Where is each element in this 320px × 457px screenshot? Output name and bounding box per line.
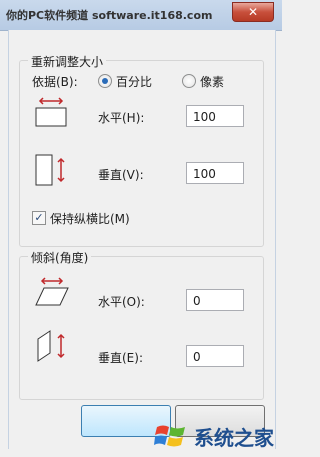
windows-logo-icon <box>154 425 185 447</box>
horizontal-input[interactable]: 100 <box>186 105 244 127</box>
vertical-input[interactable]: 100 <box>186 162 244 184</box>
vertical-label: 垂直(V): <box>98 168 144 182</box>
close-button[interactable]: ✕ <box>232 2 274 22</box>
title-bar: 你的PC软件频道 software.it168.com ✕ <box>0 0 282 31</box>
skew-horizontal-label: 水平(O): <box>98 295 145 309</box>
dialog-client: 重新调整大小 依据(B): 百分比 像素 水平(H): 100 垂直(V): 1… <box>8 30 276 449</box>
vertical-skew-icon <box>34 329 68 363</box>
resize-group: 重新调整大小 依据(B): 百分比 像素 水平(H): 100 垂直(V): 1… <box>19 53 264 247</box>
vertical-resize-icon <box>34 153 68 187</box>
horizontal-label: 水平(H): <box>98 111 145 125</box>
keep-ratio-checkbox[interactable]: ✓ <box>32 211 46 225</box>
percent-label[interactable]: 百分比 <box>116 73 152 90</box>
skew-horizontal-input[interactable]: 0 <box>186 289 244 311</box>
pixel-label[interactable]: 像素 <box>200 73 224 90</box>
percent-radio[interactable] <box>98 74 112 88</box>
keep-ratio-label[interactable]: 保持纵横比(M) <box>50 210 130 227</box>
horizontal-skew-icon <box>34 277 70 307</box>
resize-group-title: 重新调整大小 <box>28 53 107 70</box>
horizontal-resize-icon <box>34 97 68 127</box>
skew-vertical-input[interactable]: 0 <box>186 345 244 367</box>
watermark-logo: 系统之家 <box>112 415 282 457</box>
pixel-radio[interactable] <box>182 74 196 88</box>
watermark-text: 系统之家 <box>194 425 274 450</box>
skew-group: 倾斜(角度) 水平(O): 0 垂直(E): 0 <box>19 249 264 400</box>
skew-group-title: 倾斜(角度) <box>28 249 92 266</box>
by-label: 依据(B): <box>32 75 78 89</box>
skew-vertical-label: 垂直(E): <box>98 351 143 365</box>
window-title: 你的PC软件频道 software.it168.com <box>6 9 213 22</box>
close-icon: ✕ <box>247 5 259 19</box>
